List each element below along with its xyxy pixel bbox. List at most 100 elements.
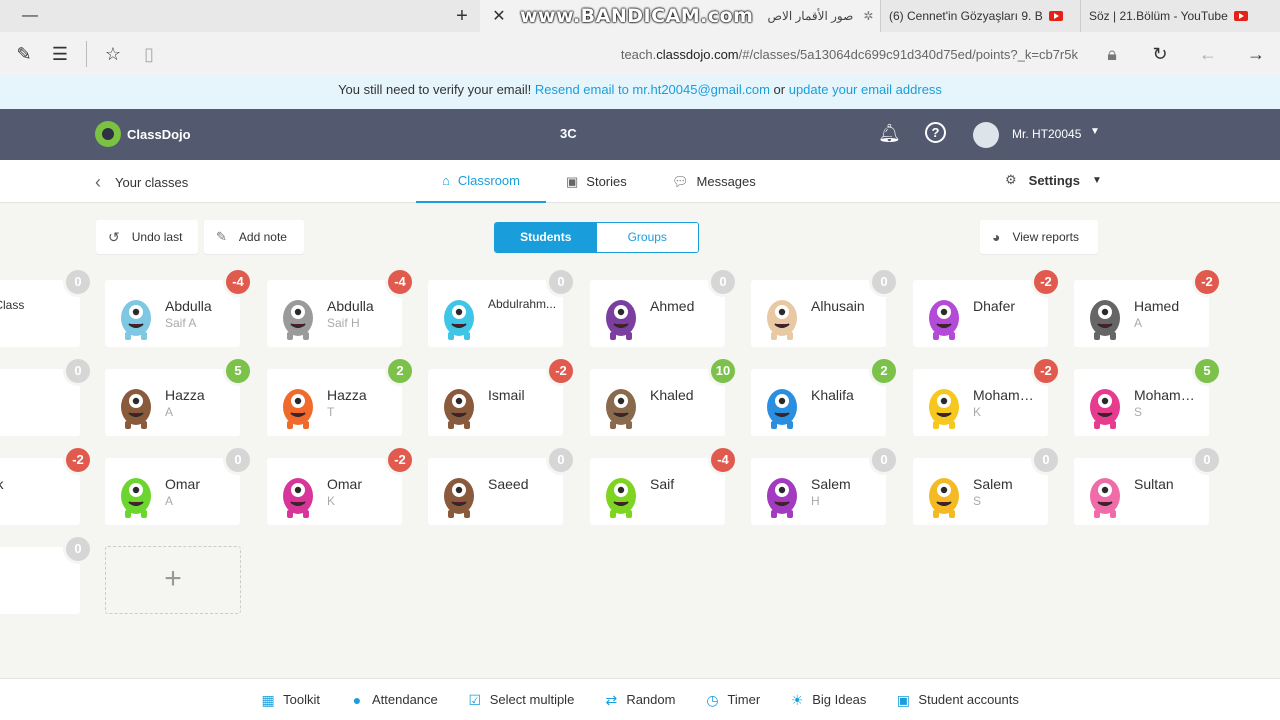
timer-button[interactable]: ◷ Timer — [705, 692, 760, 707]
random-button[interactable]: ⇄ Random — [604, 692, 675, 707]
settings-menu[interactable]: ⚙ Settings ▼ — [1005, 172, 1102, 188]
browser-toolbar: ✎ ☰ ☆ ▯ teach.classdojo.com/#/classes/5a… — [0, 32, 1280, 76]
refresh-icon[interactable]: ↻ — [1142, 44, 1178, 65]
tab-stories[interactable]: ▣ Stories — [566, 160, 627, 203]
student-card[interactable]: Saif -4 — [590, 445, 738, 525]
undo-last-button[interactable]: ↺ Undo last — [96, 220, 198, 254]
student-card[interactable]: Ismail -2 — [428, 356, 576, 436]
student-subname: H — [811, 494, 820, 508]
chevron-down-icon[interactable]: ▼ — [1090, 126, 1100, 137]
banner-or: or — [773, 82, 786, 97]
student-name: Abdulrahm... — [488, 297, 557, 311]
reading-view-icon[interactable]: ▯ — [131, 44, 167, 65]
points-badge: 0 — [546, 267, 576, 297]
students-groups-toggle: Students Groups — [494, 222, 699, 253]
student-card[interactable]: Dhafer -2 — [913, 267, 1061, 347]
resend-email-link[interactable]: Resend email to mr.ht20045@gmail.com — [535, 82, 770, 97]
user-name[interactable]: Mr. HT20045 — [1012, 127, 1081, 141]
student-name: Whole Class — [0, 298, 25, 312]
update-email-link[interactable]: update your email address — [789, 82, 942, 97]
toolkit-button[interactable]: ▦ Toolkit — [261, 692, 320, 707]
student-card[interactable]: Yosuf 0 — [0, 534, 93, 614]
student-card[interactable]: Omar K -2 — [267, 445, 415, 525]
tab-classroom-label: Classroom — [457, 173, 520, 188]
stopwatch-icon: ◷ — [706, 691, 719, 708]
student-name: Saif — [650, 476, 675, 492]
new-tab-icon[interactable]: + — [444, 5, 480, 28]
browser-tab[interactable]: Söz | 21.Bölüm - YouTube — [1080, 0, 1280, 32]
hub-menu-icon[interactable]: ☰ — [42, 44, 78, 65]
student-card[interactable]: Hazza T 2 — [267, 356, 415, 436]
chevron-down-icon: ▼ — [1091, 174, 1102, 186]
view-reports-button[interactable]: ◕ View reports — [980, 220, 1098, 254]
student-name: Omar — [165, 476, 200, 492]
points-badge: -2 — [1031, 356, 1061, 386]
student-card[interactable]: Abdulla Saif H -4 — [267, 267, 415, 347]
points-badge: 0 — [63, 267, 93, 297]
notes-pen-icon[interactable]: ✎ — [6, 44, 42, 65]
student-card[interactable]: Abdulla Saif A -4 — [105, 267, 253, 347]
forward-arrow-icon[interactable]: → — [1238, 44, 1274, 65]
youtube-icon — [1048, 11, 1063, 21]
tab-classroom[interactable]: ⌂ Classroom — [416, 160, 546, 203]
add-student-button[interactable]: + — [105, 546, 241, 614]
groups-toggle-button[interactable]: Groups — [596, 223, 698, 252]
address-bar[interactable]: teach.classdojo.com/#/classes/5a13064dc6… — [167, 47, 1094, 62]
favorite-star-icon[interactable]: ☆ — [95, 44, 131, 65]
monster-avatar-icon — [438, 466, 480, 518]
monster-avatar-icon — [600, 466, 642, 518]
verify-email-banner: You still need to verify your email! Res… — [0, 76, 1280, 109]
browser-tab[interactable]: (6) Cennet'in Gözyaşları 9. B — [880, 0, 1080, 32]
student-card[interactable]: Abdulrahm... 0 — [428, 267, 576, 347]
student-card[interactable]: Salem H 0 — [751, 445, 899, 525]
student-subname: Saif H — [327, 316, 360, 330]
attendance-button[interactable]: ● Attendance — [350, 692, 438, 707]
close-tab-icon[interactable]: ✕ — [488, 6, 510, 26]
student-name: Yosuf — [0, 565, 19, 581]
students-toggle-button[interactable]: Students — [495, 223, 597, 252]
select-multiple-button[interactable]: ☑ Select multiple — [468, 692, 574, 707]
back-arrow-icon[interactable]: ← — [1190, 44, 1226, 65]
student-card[interactable]: Omar A 0 — [105, 445, 253, 525]
student-card[interactable]: Salem S 0 — [913, 445, 1061, 525]
student-card[interactable]: Hazza A 5 — [105, 356, 253, 436]
student-card[interactable]: Khalifa 2 — [751, 356, 899, 436]
classdojo-logo[interactable]: ClassDojo — [95, 121, 191, 147]
student-card[interactable]: Sultan 0 — [1074, 445, 1222, 525]
your-classes-link[interactable]: ‹ Your classes — [95, 172, 188, 193]
monster-avatar-icon — [1084, 377, 1126, 429]
student-subname: S — [973, 494, 982, 508]
student-card[interactable]: Khaled 10 — [590, 356, 738, 436]
student-name: Alhusain — [811, 298, 865, 314]
points-badge: -4 — [708, 445, 738, 475]
tab-stories-label: Stories — [586, 174, 627, 189]
student-accounts-button[interactable]: ▣ Student accounts — [896, 692, 1019, 707]
student-card[interactable]: Hamed A -2 — [1074, 267, 1222, 347]
add-note-button[interactable]: ✎ Add note — [204, 220, 304, 254]
points-badge: 0 — [869, 445, 899, 475]
monster-avatar-icon — [277, 288, 319, 340]
student-name: Mubarak — [0, 476, 19, 492]
user-avatar[interactable] — [973, 122, 999, 148]
student-card[interactable]: Alhusain 0 — [751, 267, 899, 347]
student-accounts-label: Student accounts — [918, 692, 1019, 707]
browser-tab-active[interactable]: ✕ www.BANDICAM.com صور الأقمار الاص ✲ — [480, 0, 880, 32]
tab-messages[interactable]: 💬︎ Messages — [672, 160, 756, 203]
big-ideas-button[interactable]: ☀ Big Ideas — [790, 692, 866, 707]
tab-messages-label: Messages — [696, 174, 756, 189]
student-card[interactable]: Saeed 0 — [428, 445, 576, 525]
student-card[interactable]: Ahmed 0 — [590, 267, 738, 347]
student-name: Hazza — [165, 387, 205, 403]
class-nav-bar: ‹ Your classes ⌂ Classroom ▣ Stories 💬︎ … — [0, 160, 1280, 203]
student-card[interactable]: Whole Class 0 — [0, 267, 93, 347]
minimize-icon[interactable]: — — [0, 7, 60, 25]
student-name: Saeed — [488, 476, 529, 492]
student-card[interactable]: Mohammed K -2 — [913, 356, 1061, 436]
points-badge: -4 — [385, 267, 415, 297]
browser-tab-bar: — + ✕ www.BANDICAM.com صور الأقمار الاص … — [0, 0, 1280, 32]
student-card[interactable]: Mohammed S 5 — [1074, 356, 1222, 436]
student-card[interactable]: Mubarak -2 — [0, 445, 93, 525]
student-card[interactable]: HamedM0 — [0, 356, 93, 436]
notifications-bell-icon[interactable]: 🔔︎ — [878, 123, 901, 144]
help-icon[interactable]: ? — [925, 122, 946, 143]
